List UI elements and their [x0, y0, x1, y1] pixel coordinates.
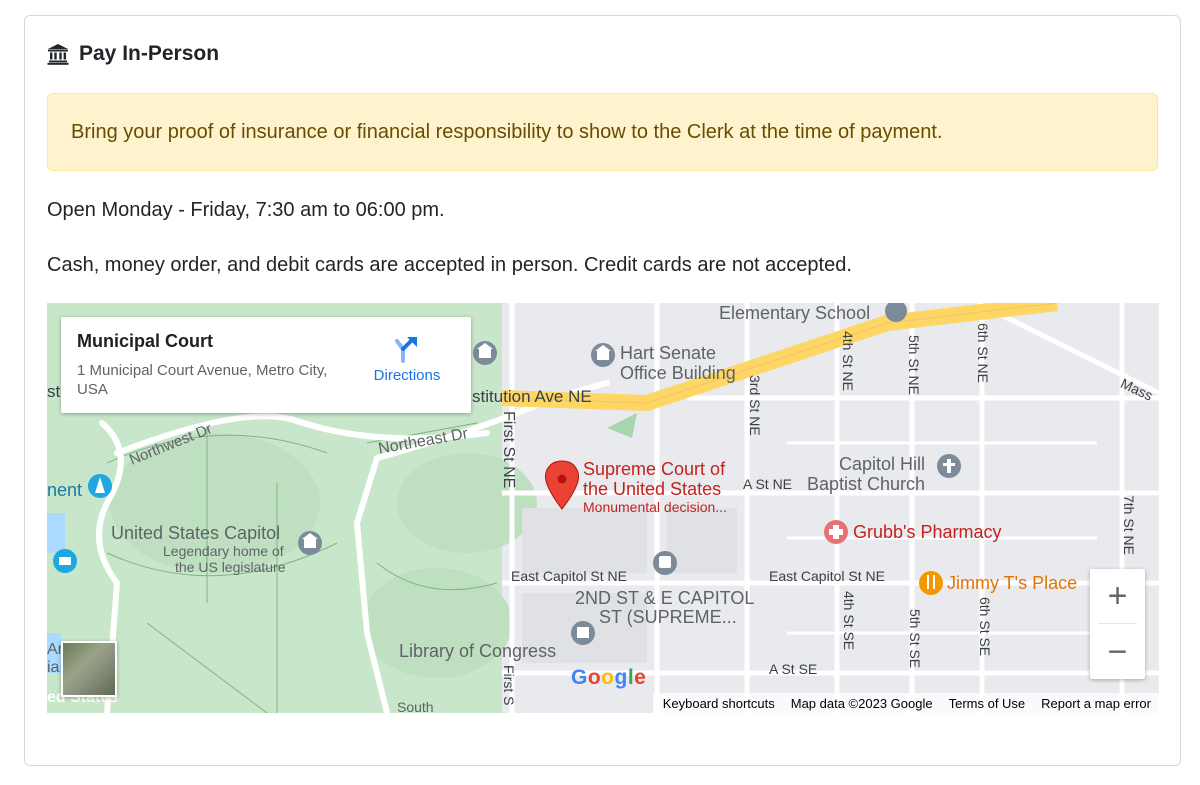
keyboard-shortcuts-link[interactable]: Keyboard shortcuts [663, 696, 775, 711]
label-5th-st-se: 5th St SE [907, 609, 923, 669]
label-7th-st-ne: 7th St NE [1121, 495, 1137, 555]
satellite-toggle[interactable] [61, 641, 117, 697]
pay-in-person-card: Pay In-Person Bring your proof of insura… [24, 15, 1181, 766]
label-south: South [397, 699, 434, 713]
map-data-text: Map data ©2023 Google [790, 695, 933, 711]
alert-text: Bring your proof of insurance or financi… [71, 120, 943, 143]
label-6th-st-ne: 6th St NE [975, 323, 991, 383]
google-logo: Google [571, 666, 647, 689]
label-hart-senate-2: Office Building [620, 363, 736, 383]
payment-methods-text: Cash, money order, and debit cards are a… [47, 254, 852, 276]
report-map-error-link[interactable]: Report a map error [1041, 696, 1151, 711]
label-a-st-se: A St SE [769, 661, 818, 677]
label-5th-st-ne: 5th St NE [906, 335, 922, 395]
label-first-st-ne: First St NE [500, 411, 517, 489]
label-capitol-hill-1: Capitol Hill [839, 454, 926, 474]
label-station-2: ST (SUPREME... [599, 607, 737, 627]
insurance-alert: Bring your proof of insurance or financi… [47, 93, 1158, 171]
label-supreme-court-2: the United States [583, 479, 722, 499]
directions-icon [395, 337, 417, 363]
label-station-1: 2ND ST & E CAPITOL [575, 588, 755, 608]
hours-text: Open Monday - Friday, 7:30 am to 06:00 p… [47, 199, 445, 221]
label-3rd-st-ne: 3rd St NE [747, 375, 763, 436]
label-east-capitol-2: East Capitol St NE [769, 568, 885, 584]
directions-label: Directions [373, 367, 441, 384]
label-grubbs-pharmacy: Grubb's Pharmacy [853, 522, 1002, 542]
card-title-text: Pay In-Person [79, 42, 220, 65]
place-address: 1 Municipal Court Avenue, Metro City, US… [77, 362, 328, 398]
bank-icon [47, 44, 69, 65]
label-4th-st-ne: 4th St NE [840, 331, 856, 391]
label-supreme-court-1: Supreme Court of [583, 459, 726, 479]
zoom-divider [1098, 623, 1137, 624]
label-hart-senate-1: Hart Senate [620, 343, 717, 363]
zoom-controls: + − [1090, 569, 1145, 679]
terms-of-use-link[interactable]: Terms of Use [949, 696, 1026, 711]
map-embed[interactable]: Elementary School Hart Senate Office Bui… [47, 303, 1159, 713]
directions-button[interactable]: Directions [367, 335, 447, 384]
label-supreme-court-3: Monumental decision... [583, 499, 727, 515]
label-first-st-se: First S [501, 665, 517, 706]
place-name: Municipal Court [77, 331, 213, 351]
place-info-card: Municipal Court 1 Municipal Court Avenue… [61, 317, 471, 413]
label-6th-st-se: 6th St SE [977, 597, 993, 657]
label-legendary-2: the US legislature [175, 559, 286, 575]
label-library-of-congress: Library of Congress [399, 641, 557, 661]
map-attribution: Keyboard shortcuts Map data ©2023 Google… [652, 693, 1159, 713]
zoom-in-button[interactable]: + [1090, 569, 1145, 623]
zoom-out-button[interactable]: − [1090, 625, 1145, 679]
card-title: Pay In-Person [47, 42, 219, 66]
label-st-left: st [47, 382, 61, 401]
label-capitol-hill-2: Baptist Church [807, 474, 926, 494]
label-legendary-1: Legendary home of [163, 543, 284, 559]
label-ia-left: ia [47, 659, 60, 676]
label-us-capitol: United States Capitol [111, 523, 281, 543]
label-constitution-ave: stitution Ave NE [472, 387, 592, 406]
label-east-capitol-1: East Capitol St NE [511, 568, 627, 584]
label-nent: nent [47, 480, 83, 500]
label-jimmys-place: Jimmy T's Place [947, 573, 1078, 593]
label-a-st-ne: A St NE [743, 476, 793, 492]
label-elementary-school: Elementary School [719, 303, 871, 323]
label-4th-st-se: 4th St SE [841, 591, 857, 651]
